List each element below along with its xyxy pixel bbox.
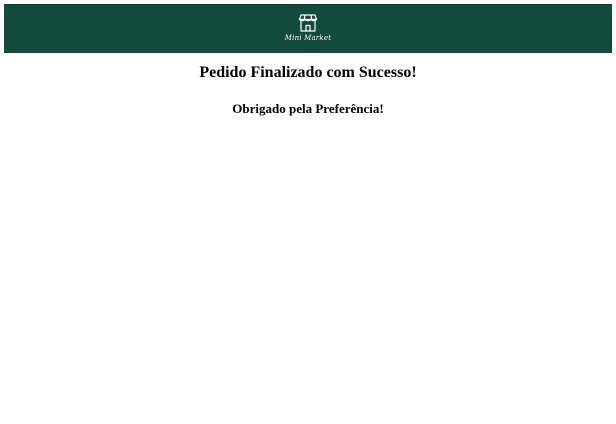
- top-header-bar: Mini Market: [4, 4, 612, 53]
- storefront-icon: [298, 14, 318, 32]
- page: Mini Market Pedido Finalizado com Sucess…: [0, 0, 616, 424]
- thank-you-message: Obrigado pela Preferência!: [232, 101, 384, 116]
- mini-market-logo[interactable]: Mini Market: [278, 13, 338, 51]
- logo-text: Mini Market: [284, 34, 332, 42]
- page-title: Pedido Finalizado com Sucesso!: [199, 64, 417, 81]
